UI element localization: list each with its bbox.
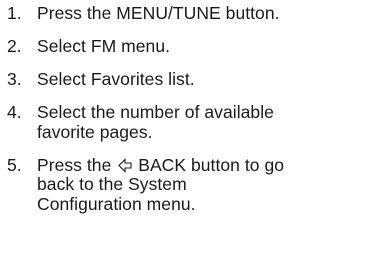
step-text-before-icon: Press the: [37, 154, 112, 175]
step-text-line-2: favorite pages.: [37, 121, 153, 142]
step-3: 3. Select Favorites list.: [0, 69, 386, 90]
step-1: 1. Press the MENU/TUNE button.: [0, 3, 386, 24]
step-text: Select FM menu.: [37, 36, 171, 56]
instruction-steps: 1. Press the MENU/TUNE button. 2. Select…: [0, 3, 386, 228]
step-5: 5. Press the BACK button to go back to t…: [0, 154, 386, 215]
step-number: 3.: [7, 69, 22, 89]
step-text-line-3: Configuration menu.: [37, 193, 196, 214]
step-2: 2. Select FM menu.: [0, 36, 386, 57]
step-text: Press the MENU/TUNE button.: [37, 3, 280, 23]
step-number: 4.: [7, 102, 22, 122]
step-number: 5.: [7, 154, 22, 175]
step-number: 2.: [7, 36, 22, 56]
step-text: Select Favorites list.: [37, 69, 195, 89]
step-number: 1.: [7, 3, 22, 23]
step-text-line-2: back to the System: [37, 174, 187, 194]
back-arrow-icon: [118, 157, 132, 174]
step-text-after-icon: BACK button to go: [138, 154, 285, 175]
step-4: 4. Select the number of available favori…: [0, 102, 386, 142]
step-text-line-1: Select the number of available: [37, 102, 274, 122]
